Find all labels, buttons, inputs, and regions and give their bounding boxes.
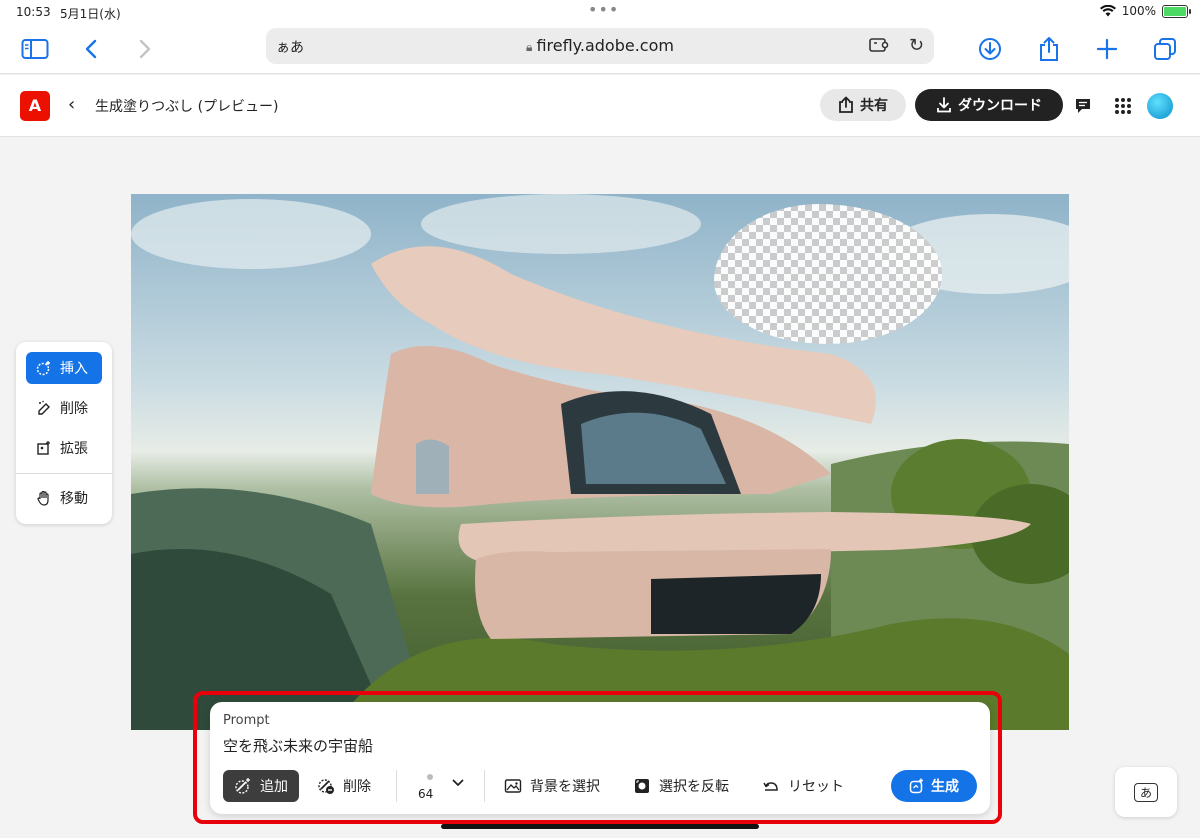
adobe-logo[interactable]: A [20, 91, 50, 121]
select-background-label: 背景を選択 [530, 779, 600, 795]
chevron-down-icon[interactable] [452, 778, 464, 788]
sidebar-toggle-icon[interactable] [20, 34, 50, 64]
generate-label: 生成 [931, 779, 959, 795]
multitasking-dots-icon[interactable]: ••• [588, 0, 619, 19]
reset-label: リセット [788, 779, 844, 795]
tool-insert[interactable]: 挿入 [26, 352, 102, 384]
remove-icon [38, 400, 50, 415]
share-sheet-icon[interactable] [1034, 34, 1064, 64]
new-tab-icon[interactable] [1092, 34, 1122, 64]
url-text: firefly.adobe.com [536, 36, 674, 55]
tool-move[interactable]: 移動 [26, 482, 102, 514]
download-icon [937, 97, 951, 113]
add-selection-button[interactable]: 追加 [223, 770, 299, 802]
tool-expand[interactable]: 拡張 [26, 432, 102, 464]
subtract-selection-button[interactable]: 削除 [317, 770, 371, 802]
subtract-brush-icon [318, 779, 334, 794]
battery-percent: 100% [1121, 4, 1156, 18]
invert-selection-label: 選択を反転 [659, 779, 729, 795]
page-title: 生成塗りつぶし (プレビュー) [95, 99, 279, 115]
divider [396, 770, 397, 802]
apps-grid-icon[interactable] [1112, 95, 1134, 117]
keyboard-toggle-label: あ [1133, 782, 1158, 802]
prompt-panel: Prompt 空を飛ぶ未来の宇宙船 追加 削除 64 背景を選択 選択を反転 リ… [210, 702, 990, 814]
forward-icon[interactable] [130, 34, 160, 64]
reload-icon[interactable]: ↻ [909, 35, 924, 56]
lock-icon: 🔒︎ [526, 40, 533, 54]
status-date: 5月1日(水) [60, 7, 121, 21]
generate-button[interactable]: 生成 [891, 770, 977, 802]
divider [484, 770, 485, 802]
invert-selection-button[interactable]: 選択を反転 [633, 770, 729, 802]
feedback-icon[interactable] [1072, 95, 1094, 117]
extension-icon[interactable] [868, 36, 890, 58]
prompt-input[interactable]: 空を飛ぶ未来の宇宙船 [223, 735, 373, 756]
add-selection-label: 追加 [260, 779, 288, 795]
wifi-icon [1099, 5, 1116, 17]
share-label: 共有 [860, 98, 888, 114]
tabs-overview-icon[interactable] [1150, 34, 1180, 64]
app-header: A ‹ 生成塗りつぶし (プレビュー) 共有 ダウンロード [0, 75, 1200, 137]
subtract-selection-label: 削除 [343, 779, 371, 795]
tool-insert-label: 挿入 [60, 361, 88, 377]
avatar[interactable] [1147, 93, 1173, 119]
tool-remove-label: 削除 [60, 401, 88, 417]
status-time: 10:53 [16, 5, 51, 19]
downloads-icon[interactable] [975, 34, 1005, 64]
brush-size-dot [427, 774, 433, 780]
download-label: ダウンロード [958, 98, 1042, 114]
brush-size-value: 64 [418, 787, 434, 801]
back-chevron-icon[interactable]: ‹ [68, 94, 75, 115]
tool-move-label: 移動 [60, 491, 88, 507]
tool-panel: 挿入 削除 拡張 移動 [16, 342, 112, 524]
share-icon [839, 96, 853, 113]
home-indicator[interactable] [441, 824, 759, 829]
battery-icon [1162, 4, 1191, 18]
tool-expand-label: 拡張 [60, 441, 88, 457]
add-brush-icon [235, 778, 250, 794]
tool-divider [16, 473, 112, 474]
address-bar[interactable]: ぁあ 🔒︎ firefly.adobe.com ↻ [266, 28, 934, 64]
generate-icon [909, 778, 923, 794]
browser-toolbar: ぁあ 🔒︎ firefly.adobe.com ↻ [0, 24, 1200, 74]
reset-button[interactable]: リセット [762, 770, 844, 802]
reset-icon [763, 782, 778, 791]
download-button[interactable]: ダウンロード [915, 89, 1063, 121]
expand-icon [37, 441, 50, 455]
image-canvas[interactable] [131, 194, 1069, 730]
keyboard-toggle-button[interactable]: あ [1115, 767, 1177, 817]
image-icon [504, 779, 522, 793]
share-button[interactable]: 共有 [820, 89, 906, 121]
tool-remove[interactable]: 削除 [26, 392, 102, 424]
hand-icon [37, 490, 49, 506]
invert-icon [635, 779, 649, 793]
back-icon[interactable] [76, 34, 106, 64]
prompt-label: Prompt [223, 713, 270, 728]
status-bar: 10:53 5月1日(水) ••• 100% [0, 0, 1200, 24]
select-background-button[interactable]: 背景を選択 [504, 770, 600, 802]
transparent-selection-mask[interactable] [714, 204, 942, 344]
brush-size-control[interactable]: 64 [418, 772, 468, 804]
insert-icon [36, 361, 50, 376]
